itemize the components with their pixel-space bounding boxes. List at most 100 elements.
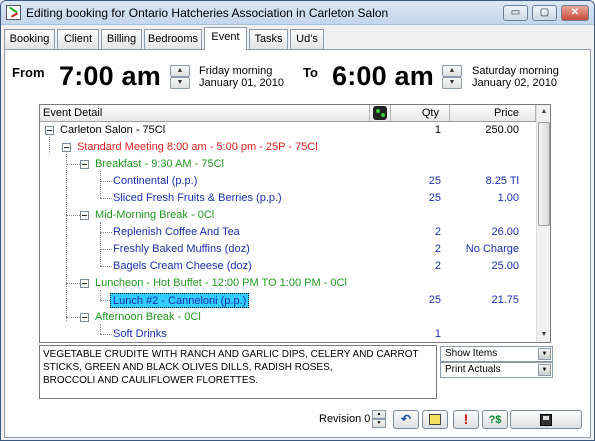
price-check-icon: ?$ [488,414,502,426]
chevron-down-icon[interactable]: ▼ [538,348,551,360]
revision-down-button[interactable]: ▼ [372,419,386,428]
event-row[interactable]: Breakfast - 9:30 AM - 75Cl [40,156,536,173]
tab-event[interactable]: Event [204,27,247,50]
event-row-price: 1.00 [497,192,519,204]
save-button[interactable] [510,410,582,429]
from-date: Friday morning January 01, 2010 [199,65,284,89]
collapse-icon[interactable] [45,126,54,135]
revision-label: Revision 0 [319,413,371,425]
event-row[interactable]: Sliced Fresh Fruits & Berries (p.p.) 25 … [40,190,536,207]
revision-up-button[interactable]: ▲ [372,410,386,419]
event-row-selected[interactable]: Lunch #2 - Canneloni (p.p.) 25 21.75 [40,292,536,309]
alert-button[interactable]: ! [453,410,479,429]
revision-spinner[interactable]: ▲ ▼ [372,410,386,428]
to-label: To [303,65,318,80]
event-row-label: Sliced Fresh Fruits & Berries (p.p.) [113,192,282,204]
undo-icon: ↶ [400,412,412,426]
print-actuals-label: Print Actuals [445,364,501,375]
collapse-icon[interactable] [80,279,89,288]
tab-client[interactable]: Client [57,29,99,49]
title-bar: Editing booking for Ontario Hatcheries A… [1,1,594,25]
collapse-icon[interactable] [80,211,89,220]
tab-tasks[interactable]: Tasks [249,29,288,49]
event-row[interactable]: Luncheon - Hot Buffet - 12:00 PM TO 1:00… [40,275,536,292]
tab-billing[interactable]: Billing [101,29,142,49]
event-row[interactable]: Soft Drinks 1 [40,326,536,343]
to-time-down-button[interactable]: ▼ [442,77,462,89]
item-notes[interactable]: VEGETABLE CRUDITE WITH RANCH AND GARLIC … [39,345,437,399]
from-time-up-button[interactable]: ▲ [170,65,190,77]
booking-window: Editing booking for Ontario Hatcheries A… [0,0,595,441]
tab-uds[interactable]: Ud's [290,29,324,49]
event-row-qty: 25 [428,175,441,187]
collapse-icon[interactable] [62,143,71,152]
tab-bedrooms[interactable]: Bedrooms [144,29,202,49]
note-icon [429,414,441,425]
event-row-qty: 2 [434,260,441,272]
event-row-qty: 1 [434,328,441,340]
collapse-icon[interactable] [80,313,89,322]
app-icon [6,5,21,20]
to-time: 6:00 am [332,61,434,91]
from-time-down-button[interactable]: ▼ [170,77,190,89]
window-title: Editing booking for Ontario Hatcheries A… [26,6,389,20]
event-row-price: 8.25 Tl [485,175,519,187]
event-row[interactable]: Freshly Baked Muffins (doz) 2 No Charge [40,241,536,258]
event-row-price: 250.00 [485,124,519,136]
event-row-label: Soft Drinks [113,328,167,340]
notes-button[interactable] [422,410,448,429]
column-header-price[interactable]: Price [450,105,536,121]
event-row[interactable]: Mid-Morning Break - 0Cl [40,207,536,224]
to-date: Saturday morning January 02, 2010 [472,65,559,89]
event-detail-grid[interactable]: Event Detail Qty Price Carleton Salon - … [39,104,551,343]
event-row-price: 21.75 [491,294,519,306]
to-date-text: January 02, 2010 [472,77,558,89]
event-row-price: No Charge [465,243,519,255]
event-row-price: 26.00 [491,226,519,238]
event-row-label: Mid-Morning Break - 0Cl [95,209,215,221]
event-row-label: Lunch #2 - Canneloni (p.p.) [110,293,250,308]
grid-scrollbar[interactable]: ▲ ▼ [536,105,550,342]
event-row-qty: 25 [428,294,441,306]
to-time-up-button[interactable]: ▲ [442,65,462,77]
event-row-label: Replenish Coffee And Tea [113,226,240,238]
scroll-up-button[interactable]: ▲ [537,105,551,119]
collapse-icon[interactable] [80,160,89,169]
event-row[interactable]: Continental (p.p.) 25 8.25 Tl [40,173,536,190]
event-row[interactable]: Replenish Coffee And Tea 2 26.00 [40,224,536,241]
column-header-qty[interactable]: Qty [391,105,450,121]
grid-header: Event Detail Qty Price [40,105,536,122]
from-day-text: Friday morning [199,65,273,77]
save-icon [540,414,552,426]
event-row-label: Freshly Baked Muffins (doz) [113,243,250,255]
print-actuals-dropdown[interactable]: Print Actuals ▼ [440,362,553,378]
maximize-button[interactable]: ▢ [532,5,557,21]
event-row-qty: 25 [428,192,441,204]
to-day-text: Saturday morning [472,65,559,77]
pricing-button[interactable]: ?$ [482,410,508,429]
scroll-thumb[interactable] [538,122,550,226]
tab-booking[interactable]: Booking [4,29,55,49]
show-items-dropdown[interactable]: Show Items ▼ [440,346,553,362]
chevron-down-icon[interactable]: ▼ [538,364,551,376]
event-row-label: Breakfast - 9:30 AM - 75Cl [95,158,224,170]
show-items-label: Show Items [445,348,498,359]
undo-button[interactable]: ↶ [393,410,419,429]
scroll-down-button[interactable]: ▼ [537,328,551,342]
event-row[interactable]: Standard Meeting 8:00 am - 5:00 pm - 25P… [40,139,536,156]
event-row-price: 25.00 [491,260,519,272]
event-row[interactable]: Bagels Cream Cheese (doz) 2 25.00 [40,258,536,275]
minimize-button[interactable]: ▭ [503,5,528,21]
close-button[interactable]: ✕ [561,5,589,21]
event-row-qty: 2 [434,243,441,255]
event-row-label: Afternoon Break - 0Cl [95,311,201,323]
stats-icon [373,106,387,120]
event-row[interactable]: Carleton Salon - 75Cl 1 250.00 [40,122,536,139]
column-header-event-detail[interactable]: Event Detail [40,105,370,121]
to-time-spinner[interactable]: ▲ ▼ [442,65,462,89]
from-time-spinner[interactable]: ▲ ▼ [170,65,190,89]
event-row[interactable]: Afternoon Break - 0Cl [40,309,536,326]
event-row-qty: 2 [434,226,441,238]
event-row-qty: 1 [434,124,441,136]
column-header-icon[interactable] [370,105,391,121]
